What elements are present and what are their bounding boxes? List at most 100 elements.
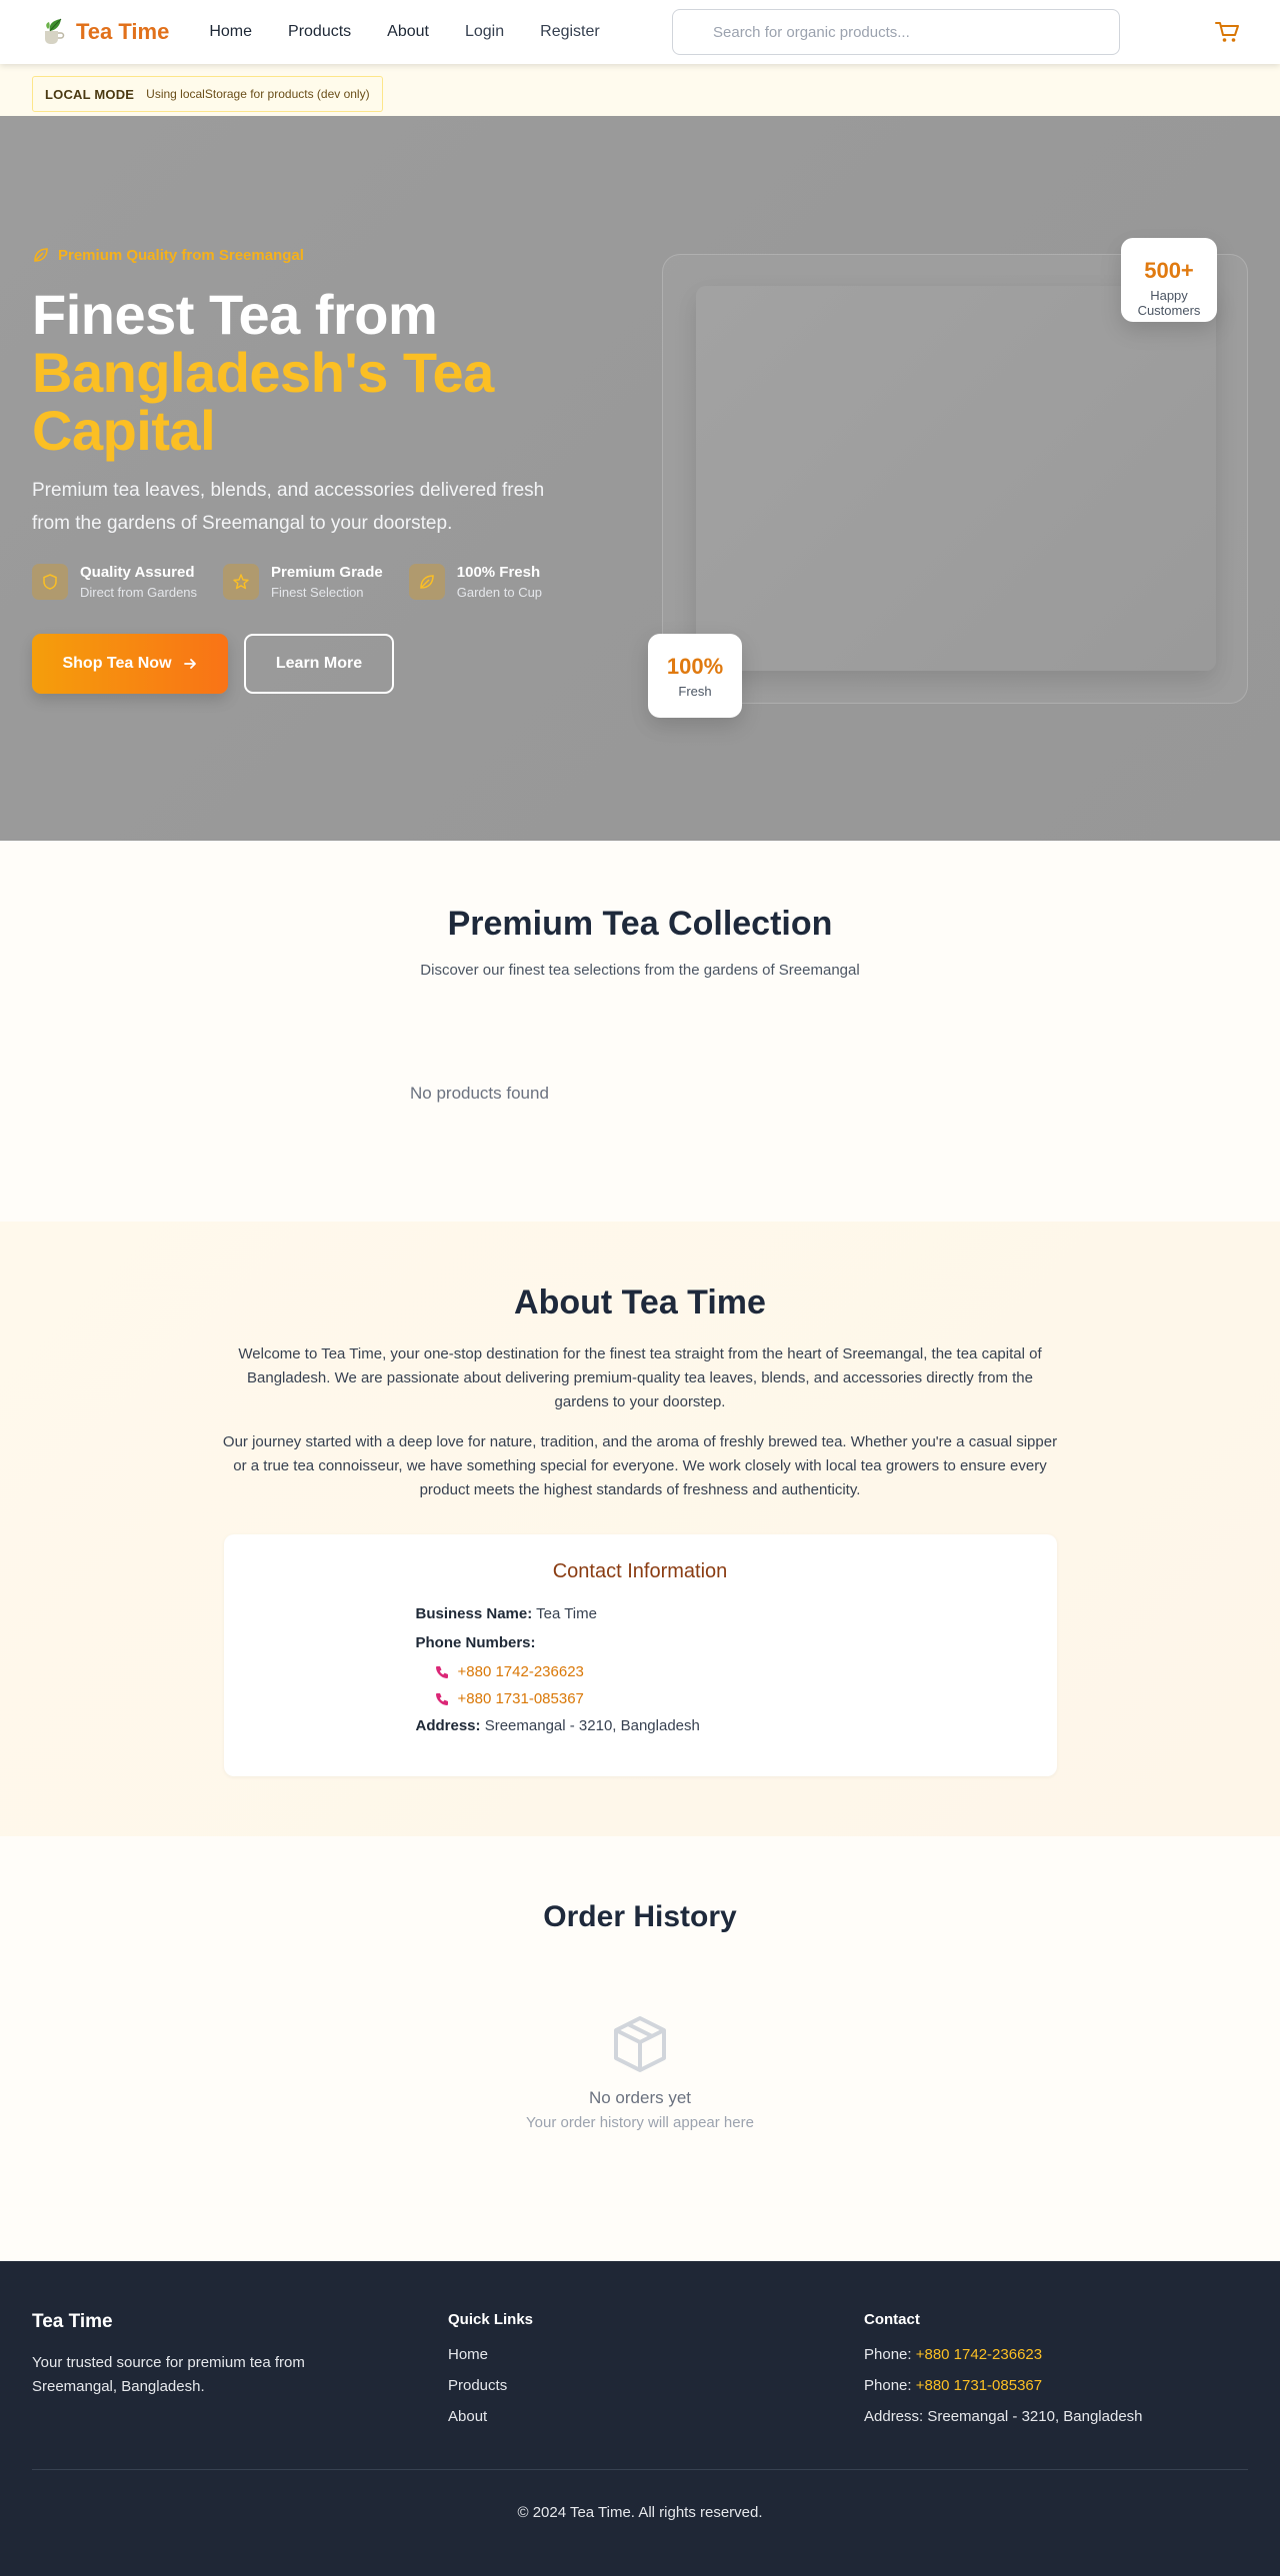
feature-subtitle: Finest Selection — [271, 585, 364, 600]
footer-links-title: Quick Links — [448, 2311, 534, 2328]
contact-title: Contact Information — [552, 1560, 728, 1582]
tea-leaf-logo-icon — [45, 18, 65, 44]
footer-phone-1: Phone: +880 1742-236623 — [864, 2346, 1143, 2363]
feature-premium: Premium Grade Finest Selection — [223, 564, 383, 600]
footer-links-column: Quick Links Home Products About — [448, 2311, 533, 2425]
contact-body: Business Name: Tea Time Phone Numbers: +… — [416, 1605, 1057, 1734]
footer-brand: Tea Time — [32, 2311, 113, 2332]
stat-customers-value: 500+ — [1144, 258, 1194, 283]
star-icon — [223, 564, 260, 600]
feature-quality: Quality Assured Direct from Gardens — [32, 564, 197, 600]
search-box — [672, 9, 1120, 55]
business-name-value: Tea Time — [536, 1605, 597, 1622]
footer-contact-title: Contact — [864, 2311, 920, 2328]
business-name-label: Business Name: — [415, 1605, 533, 1622]
footer-link-home[interactable]: Home — [448, 2346, 533, 2363]
footer-phone-2: Phone: +880 1731-085367 — [864, 2377, 1143, 2394]
phone-line[interactable]: +880 1742-236623 — [434, 1663, 1057, 1680]
hero-section: Premium Quality from Sreemangal Finest T… — [0, 116, 1280, 841]
local-mode-detail: Using localStorage for products (dev onl… — [146, 87, 370, 101]
phone-numbers-label: Phone Numbers: — [415, 1634, 536, 1651]
footer-phone-number[interactable]: +880 1742-236623 — [916, 2346, 1042, 2363]
footer-brand-column: Tea Time Your trusted source for premium… — [32, 2311, 362, 2399]
nav-register[interactable]: Register — [540, 23, 600, 41]
local-mode-badge: LOCAL MODE Using localStorage for produc… — [32, 76, 383, 112]
phone-number[interactable]: +880 1742-236623 — [458, 1663, 584, 1680]
hero-title-line1: Finest Tea from — [32, 283, 438, 346]
shop-tea-now-label: Shop Tea Now — [62, 655, 172, 672]
feature-title: Quality Assured — [80, 564, 195, 581]
products-subtitle: Discover our finest tea selections from … — [420, 962, 860, 979]
footer-link-products[interactable]: Products — [448, 2377, 533, 2394]
brand-name: Tea Time — [76, 19, 170, 44]
local-mode-label: LOCAL MODE — [45, 86, 135, 102]
products-section: Premium Tea Collection Discover our fine… — [0, 841, 1280, 1222]
footer-description: Your trusted source for premium tea from… — [32, 2354, 305, 2395]
feature-title: Premium Grade — [271, 564, 383, 581]
top-navbar: Tea Time Home Products About Login Regis… — [0, 0, 1280, 64]
package-icon — [614, 2016, 666, 2072]
hero-content: Premium Quality from Sreemangal Finest T… — [32, 246, 592, 694]
about-title: About Tea Time — [514, 1284, 766, 1321]
address-label: Address: — [415, 1717, 481, 1734]
footer-link-about[interactable]: About — [448, 2408, 533, 2425]
about-paragraph-2: Our journey started with a deep love for… — [222, 1433, 1058, 1498]
hero-title-line2: Bangladesh's Tea — [32, 341, 494, 404]
orders-empty-state: No orders yet — [588, 2088, 692, 2107]
order-history-section: Order History No orders yet Your order h… — [0, 1836, 1280, 2261]
search-input[interactable] — [713, 23, 1079, 41]
footer-copyright: © 2024 Tea Time. All rights reserved. — [517, 2504, 763, 2521]
shop-tea-now-button[interactable]: Shop Tea Now — [32, 634, 228, 694]
shield-icon — [32, 564, 68, 600]
stat-customers-card: 500+ Happy Customers — [1121, 238, 1217, 322]
footer-phone-label: Phone: — [864, 2346, 912, 2363]
orders-empty-subtitle: Your order history will appear here — [526, 2114, 754, 2131]
hero-features: Quality Assured Direct from Gardens Prem… — [32, 564, 592, 600]
footer: Tea Time Your trusted source for premium… — [0, 2261, 1280, 2576]
nav-home[interactable]: Home — [209, 23, 252, 41]
arrow-right-icon — [183, 659, 196, 669]
address-value: Sreemangal - 3210, Bangladesh — [484, 1717, 700, 1734]
footer-phone-label: Phone: — [864, 2377, 912, 2394]
footer-phone-number[interactable]: +880 1731-085367 — [916, 2377, 1042, 2394]
about-section: About Tea Time Welcome to Tea Time, your… — [0, 1222, 1280, 1836]
products-title: Premium Tea Collection — [447, 905, 833, 943]
hero-buttons: Shop Tea Now Learn More — [32, 634, 592, 694]
leaf-icon — [408, 564, 445, 600]
phone-number[interactable]: +880 1731-085367 — [458, 1690, 584, 1707]
products-empty-state: No products found — [410, 1084, 549, 1103]
main-nav: Home Products About Login Register — [209, 23, 635, 41]
phone-icon — [435, 1665, 448, 1678]
hero-title: Finest Tea from Bangladesh's Tea Capital — [32, 286, 592, 460]
feature-fresh: 100% Fresh Garden to Cup — [408, 564, 543, 600]
nav-login[interactable]: Login — [465, 23, 504, 41]
feature-subtitle: Direct from Gardens — [80, 585, 198, 600]
feature-title: 100% Fresh — [456, 564, 541, 581]
local-mode-bar: LOCAL MODE Using localStorage for produc… — [0, 64, 1280, 116]
leaf-icon — [34, 248, 48, 262]
stat-customers-label: Happy Customers — [1137, 288, 1201, 318]
contact-card: Contact Information Business Name: Tea T… — [223, 1534, 1057, 1776]
business-name-row: Business Name: Tea Time — [416, 1605, 1057, 1622]
phone-icon — [435, 1692, 448, 1705]
about-paragraph-1: Welcome to Tea Time, your one-stop desti… — [238, 1345, 1042, 1410]
hero-subtitle: Premium tea leaves, blends, and accessor… — [32, 480, 545, 534]
learn-more-button[interactable]: Learn More — [244, 634, 394, 694]
hero-title-line3: Capital — [32, 399, 216, 462]
footer-divider — [32, 2469, 1248, 2470]
hero-eyebrow-text: Premium Quality from Sreemangal — [58, 246, 304, 264]
stat-fresh-label: Fresh — [678, 684, 712, 699]
stat-fresh-value: 100% — [666, 654, 724, 679]
hero-eyebrow: Premium Quality from Sreemangal — [32, 246, 592, 264]
feature-subtitle: Garden to Cup — [456, 585, 543, 600]
footer-address: Address: Sreemangal - 3210, Bangladesh — [864, 2408, 1143, 2425]
nav-products[interactable]: Products — [288, 23, 351, 41]
stat-fresh-card: 100% Fresh — [648, 634, 742, 718]
nav-about[interactable]: About — [387, 23, 429, 41]
phone-numbers-row: Phone Numbers: — [416, 1634, 1057, 1651]
phone-line[interactable]: +880 1731-085367 — [434, 1690, 1057, 1707]
address-row: Address: Sreemangal - 3210, Bangladesh — [416, 1717, 1057, 1734]
cart-icon[interactable] — [1214, 20, 1240, 44]
hero-image-placeholder — [696, 286, 1216, 671]
brand[interactable]: Tea Time — [40, 17, 169, 47]
